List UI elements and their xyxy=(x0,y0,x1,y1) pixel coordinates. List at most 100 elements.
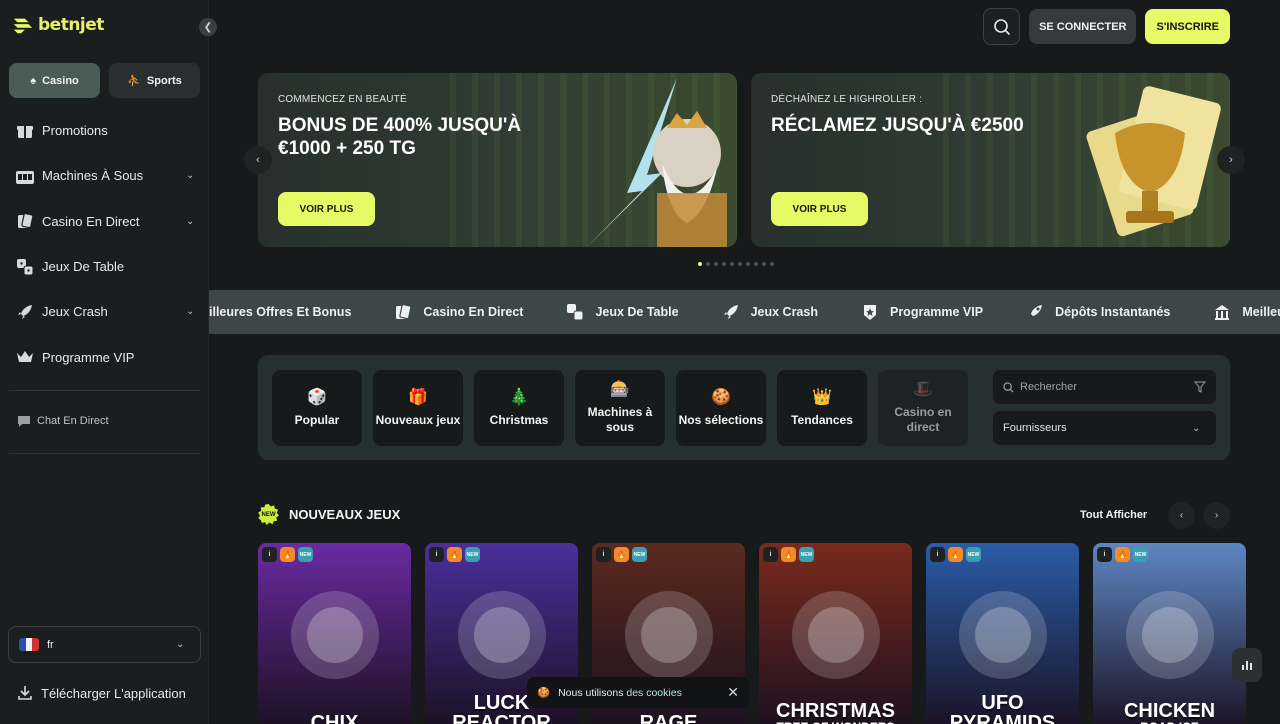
sidebar-item-live-casino[interactable]: Casino En Direct ⌄ xyxy=(14,199,200,244)
brand-logo[interactable]: betnjet xyxy=(12,14,104,36)
cookie-policy-link[interactable]: des cookies xyxy=(626,687,681,699)
marquee-label: Casino En Direct xyxy=(423,305,524,319)
marquee-item-crash-games[interactable]: Jeux Crash xyxy=(721,302,818,322)
sidebar-item-label: Machines À Sous xyxy=(42,168,144,184)
category-popular[interactable]: 🎲 Popular xyxy=(272,370,362,446)
game-card[interactable]: i🔥NEW CHRISTMASTREE OF WONDERS xyxy=(759,543,912,724)
sidebar-item-table-games[interactable]: Jeux De Table xyxy=(14,244,200,289)
info-icon[interactable]: i xyxy=(596,547,611,562)
category-our-picks[interactable]: 🍪 Nos sélections xyxy=(676,370,766,446)
live-chat-link[interactable]: Chat En Direct xyxy=(17,414,109,428)
category-new-games[interactable]: 🎁 Nouveaux jeux xyxy=(373,370,463,446)
carousel-dot[interactable] xyxy=(730,262,734,266)
chevron-right-icon: › xyxy=(1229,154,1233,166)
info-icon[interactable]: i xyxy=(763,547,778,562)
chevron-left-icon: ❮ xyxy=(203,21,213,33)
banner-prev-button[interactable]: ‹ xyxy=(244,146,272,174)
carousel-dot[interactable] xyxy=(770,262,774,266)
see-all-link[interactable]: Tout Afficher xyxy=(1080,509,1147,521)
category-slots[interactable]: 🎰 Machines à sous xyxy=(575,370,665,446)
dice-icon xyxy=(565,302,585,322)
cards-icon xyxy=(393,302,413,322)
game-title: UFO PYRAMIDS xyxy=(926,693,1079,724)
chevron-right-icon: › xyxy=(1214,510,1219,521)
sports-mode-label: Sports xyxy=(146,74,182,87)
game-badges: i 🔥 NEW xyxy=(763,547,814,562)
new-badge-icon: NEW xyxy=(258,504,279,525)
language-select[interactable]: fr ⌄ xyxy=(8,626,201,663)
marquee-item-vip[interactable]: Programme VIP xyxy=(860,302,983,322)
promo-banner-highroller[interactable]: DÉCHAÎNEZ LE HIGHROLLER : RÉCLAMEZ JUSQU… xyxy=(751,73,1230,247)
chevron-down-icon[interactable]: ⌄ xyxy=(186,306,198,317)
game-card[interactable]: i🔥NEW CHICKENROAD ICE xyxy=(1093,543,1246,724)
carousel-dot[interactable] xyxy=(746,262,750,266)
marquee-item-best[interactable]: Meilleu xyxy=(1212,302,1280,322)
close-icon[interactable]: ✕ xyxy=(727,684,739,701)
category-trending[interactable]: 👑 Tendances xyxy=(777,370,867,446)
category-live-casino[interactable]: 🎩 Casino en direct xyxy=(878,370,968,446)
banner-next-button[interactable]: › xyxy=(1217,146,1245,174)
chevron-down-icon[interactable]: ⌄ xyxy=(186,170,198,181)
sidebar-item-crash-games[interactable]: Jeux Crash ⌄ xyxy=(14,289,200,334)
sidebar-item-label: Programme VIP xyxy=(42,349,135,365)
marquee-item-table-games[interactable]: Jeux De Table xyxy=(565,302,679,322)
sidebar-item-promotions[interactable]: Promotions xyxy=(14,108,200,153)
carousel-dot[interactable] xyxy=(762,262,766,266)
info-icon[interactable]: i xyxy=(429,547,444,562)
download-app-link[interactable]: Télécharger L'application xyxy=(17,685,186,701)
marquee-item-offers[interactable]: illeures Offres Et Bonus xyxy=(209,305,351,319)
new-tag-icon: NEW xyxy=(632,547,647,562)
carousel-dot[interactable] xyxy=(714,262,718,266)
marquee-item-live-casino[interactable]: Casino En Direct xyxy=(393,302,523,322)
game-search-input[interactable]: Rechercher xyxy=(993,370,1216,404)
game-card[interactable]: i 🔥 NEW UFO PYRAMIDS xyxy=(926,543,1079,724)
filter-icon[interactable] xyxy=(1194,381,1206,393)
promo-banner-welcome[interactable]: COMMENCEZ EN BEAUTÉ BONUS DE 400% JUSQU'… xyxy=(258,73,737,247)
banner-cta-button[interactable]: VOIR PLUS xyxy=(771,192,868,226)
brand-name: betnjet xyxy=(38,15,104,35)
search-button[interactable] xyxy=(983,8,1021,45)
provider-select[interactable]: Fournisseurs ⌄ xyxy=(993,411,1216,445)
sidebar-divider xyxy=(9,453,200,454)
chevron-down-icon[interactable]: ⌄ xyxy=(186,216,198,227)
stats-button[interactable] xyxy=(1232,648,1262,682)
cookie-text-label: Nous utilisons xyxy=(558,686,624,699)
category-christmas[interactable]: 🎄 Christmas xyxy=(474,370,564,446)
gift-icon xyxy=(14,120,36,142)
carousel-dot[interactable] xyxy=(722,262,726,266)
carousel-dot[interactable] xyxy=(698,262,702,266)
collapse-sidebar-button[interactable]: ❮ xyxy=(199,18,217,36)
game-badges: i 🔥 NEW xyxy=(262,547,313,562)
slot-machine-icon xyxy=(14,165,36,187)
signup-button[interactable]: S'INSCRIRE xyxy=(1145,9,1230,44)
info-icon[interactable]: i xyxy=(930,547,945,562)
carousel-dot[interactable] xyxy=(706,262,710,266)
new-games-header: NEW NOUVEAUX JEUX xyxy=(258,504,400,525)
christmas-tree-icon: 🎄 xyxy=(509,388,529,406)
marquee-item-instant-deposits[interactable]: Dépôts Instantanés xyxy=(1025,302,1170,322)
carousel-dot[interactable] xyxy=(754,262,758,266)
games-next-button[interactable]: › xyxy=(1203,502,1230,529)
zeus-illustration-icon xyxy=(587,78,727,247)
category-label: Nouveaux jeux xyxy=(375,412,461,427)
login-button[interactable]: SE CONNECTER xyxy=(1029,9,1137,44)
info-icon[interactable]: i xyxy=(262,547,277,562)
game-title: CHICKENROAD ICE xyxy=(1093,701,1246,724)
carousel-dot[interactable] xyxy=(738,262,742,266)
games-prev-button[interactable]: ‹ xyxy=(1168,502,1195,529)
banner-cta-button[interactable]: VOIR PLUS xyxy=(278,192,375,226)
sidebar: betnjet ♠ Casino ⛹ Sports Promotions Mac… xyxy=(0,0,209,724)
marquee-label: Jeux De Table xyxy=(595,305,679,319)
sidebar-item-slots[interactable]: Machines À Sous ⌄ xyxy=(14,153,200,198)
game-title-text: CHRISTMAS xyxy=(776,700,895,722)
sidebar-item-vip[interactable]: Programme VIP xyxy=(14,334,200,379)
casino-mode-button[interactable]: ♠ Casino xyxy=(9,63,100,98)
info-icon[interactable]: i xyxy=(1097,547,1112,562)
chevron-left-icon: ‹ xyxy=(1179,510,1184,521)
game-card[interactable]: i 🔥 NEW CHIX xyxy=(258,543,411,724)
sports-mode-button[interactable]: ⛹ Sports xyxy=(109,63,200,98)
rocket-icon xyxy=(721,302,741,322)
sidebar-item-label: Jeux De Table xyxy=(42,259,125,275)
game-badges: i 🔥 NEW xyxy=(596,547,647,562)
dice-icon: 🎲 xyxy=(307,388,327,406)
